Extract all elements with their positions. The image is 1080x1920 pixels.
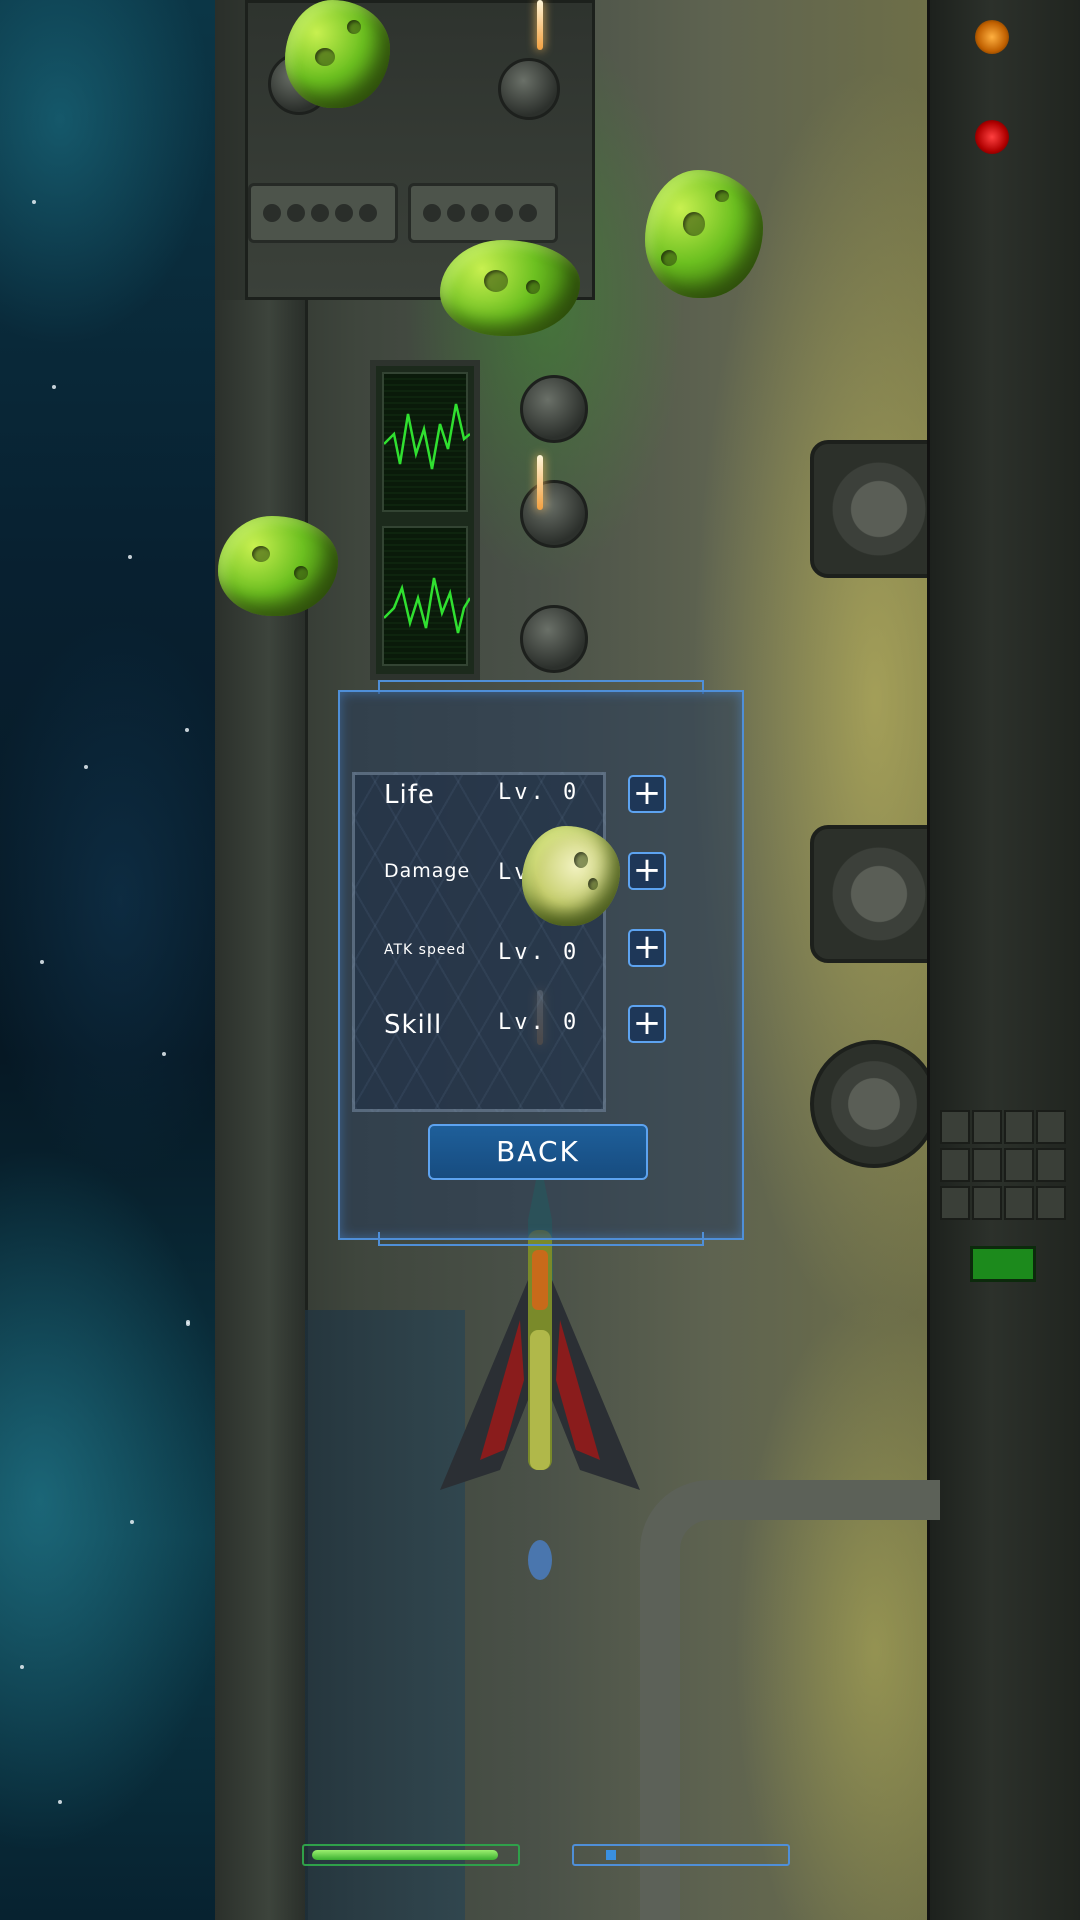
upgrade-atk-speed-button[interactable]: + [628, 929, 666, 967]
orange-indicator-light [975, 20, 1009, 54]
knob [498, 58, 560, 120]
upgrade-damage-button[interactable]: + [628, 852, 666, 890]
right-machinery [927, 0, 1080, 1920]
stat-level: Lv. 0 [498, 1010, 580, 1035]
skill-bar [572, 1844, 790, 1866]
scope-screen [382, 526, 472, 666]
oscilloscope-monitor [370, 360, 480, 680]
vent [248, 183, 398, 243]
skill-bar-fill [606, 1850, 616, 1860]
green-status-light [970, 1246, 1036, 1282]
knob [520, 480, 588, 548]
red-indicator-light [975, 120, 1009, 154]
stat-level: Lv. 0 [498, 780, 580, 805]
back-button[interactable]: BACK [428, 1124, 648, 1180]
stat-level: Lv. 0 [498, 940, 580, 965]
stat-name: Damage [384, 860, 471, 882]
knob [520, 605, 588, 673]
bullet [537, 455, 543, 510]
stat-name: Skill [384, 1010, 443, 1040]
life-bar [302, 1844, 520, 1866]
stat-name: Life [384, 780, 435, 810]
scope-screen [382, 372, 471, 512]
upgrade-life-button[interactable]: + [628, 775, 666, 813]
upgrade-skill-button[interactable]: + [628, 1005, 666, 1043]
stat-name: ATK speed [384, 942, 466, 958]
knob [520, 375, 588, 443]
vent [408, 183, 558, 243]
round-plate [810, 1040, 938, 1168]
life-bar-fill [312, 1850, 498, 1860]
bullet [537, 0, 543, 50]
panel-frame-bottom [378, 1232, 704, 1246]
